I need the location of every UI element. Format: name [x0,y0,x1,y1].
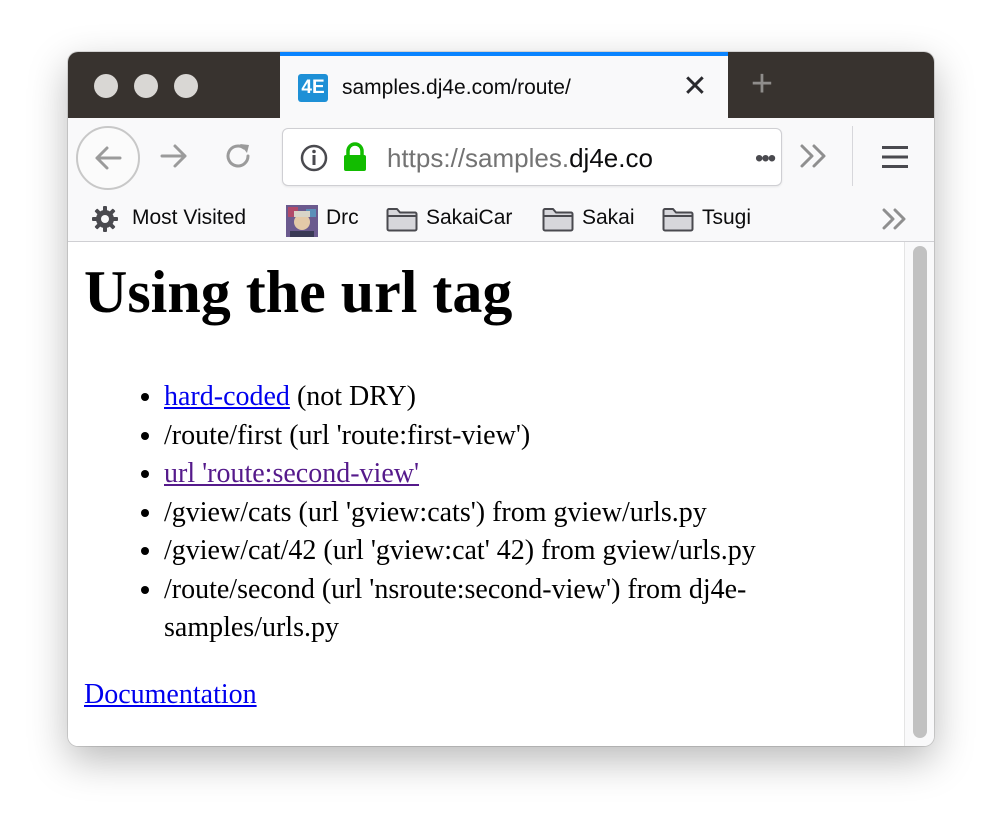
bookmark-folder-sakai[interactable]: Sakai [542,202,652,234]
list-item: /route/first (url 'route:first-view') [164,417,864,456]
avatar-favicon-icon [286,205,318,237]
toolbar-separator [852,126,853,186]
bookmarks-overflow-chevrons-icon[interactable] [880,206,910,232]
back-button[interactable] [76,126,140,190]
close-window-button[interactable] [94,74,118,98]
folder-icon [542,208,574,232]
reload-icon[interactable] [222,140,254,172]
bookmark-label: Sakai [582,206,635,229]
url-domain: dj4e.co [569,143,653,173]
site-favicon-icon: 4E [298,74,328,102]
overflow-chevrons-icon[interactable] [798,142,830,170]
bookmark-label: Most Visited [132,206,246,229]
browser-window: 4E samples.dj4e.com/route/ ✕ + https://s… [68,52,934,746]
url-scheme-prefix: https://samples. [387,143,570,173]
tab-active[interactable]: 4E samples.dj4e.com/route/ ✕ [280,52,728,118]
bookmark-folder-tsugi[interactable]: Tsugi [662,202,772,234]
bookmark-label: Drc [326,206,359,229]
new-tab-button[interactable]: + [744,64,780,104]
bookmark-most-visited[interactable]: Most Visited [92,202,272,234]
bookmark-drc[interactable]: Drc [286,202,366,237]
folder-icon [386,208,418,232]
url-examples-list: hard-coded (not DRY) /route/first (url '… [124,378,864,648]
tab-title: samples.dj4e.com/route/ [342,76,571,99]
hamburger-menu-icon[interactable] [880,144,910,170]
folder-icon [662,208,694,232]
page-title: Using the url tag [84,259,513,325]
second-view-link[interactable]: url 'route:second-view' [164,458,419,489]
list-item: hard-coded (not DRY) [164,378,864,417]
info-icon[interactable] [299,143,329,173]
gear-icon [92,206,118,232]
hard-coded-link[interactable]: hard-coded [164,381,290,412]
bookmark-label: SakaiCar [426,206,513,229]
url-bar[interactable]: https://samples.dj4e.co ••• [282,128,782,186]
vertical-scrollbar[interactable] [904,242,934,746]
arrow-left-icon [95,146,122,170]
forward-arrow-icon[interactable] [158,140,190,172]
nav-toolbar: https://samples.dj4e.co ••• [68,118,934,194]
list-item-text: (not DRY) [289,381,416,412]
list-item: /gview/cats (url 'gview:cats') from gvie… [164,494,864,533]
page-actions-icon[interactable]: ••• [755,145,776,173]
lock-icon[interactable] [341,141,369,173]
close-tab-icon[interactable]: ✕ [680,72,710,102]
list-item: url 'route:second-view' [164,455,864,494]
minimize-window-button[interactable] [134,74,158,98]
list-item: /gview/cat/42 (url 'gview:cat' 42) from … [164,532,864,571]
title-bar: 4E samples.dj4e.com/route/ ✕ + [68,52,934,118]
bookmark-folder-sakaicar[interactable]: SakaiCar [386,202,526,234]
bookmarks-toolbar: Most Visited Drc SakaiCar Sakai Tsugi [68,194,934,242]
list-item: /route/second (url 'nsroute:second-view'… [164,571,864,648]
url-text[interactable]: https://samples.dj4e.co [387,143,677,173]
page-content: Using the url tag hard-coded (not DRY) /… [68,242,904,746]
scrollbar-thumb[interactable] [913,246,927,738]
documentation-link[interactable]: Documentation [84,676,257,714]
bookmark-label: Tsugi [702,206,752,229]
zoom-window-button[interactable] [174,74,198,98]
